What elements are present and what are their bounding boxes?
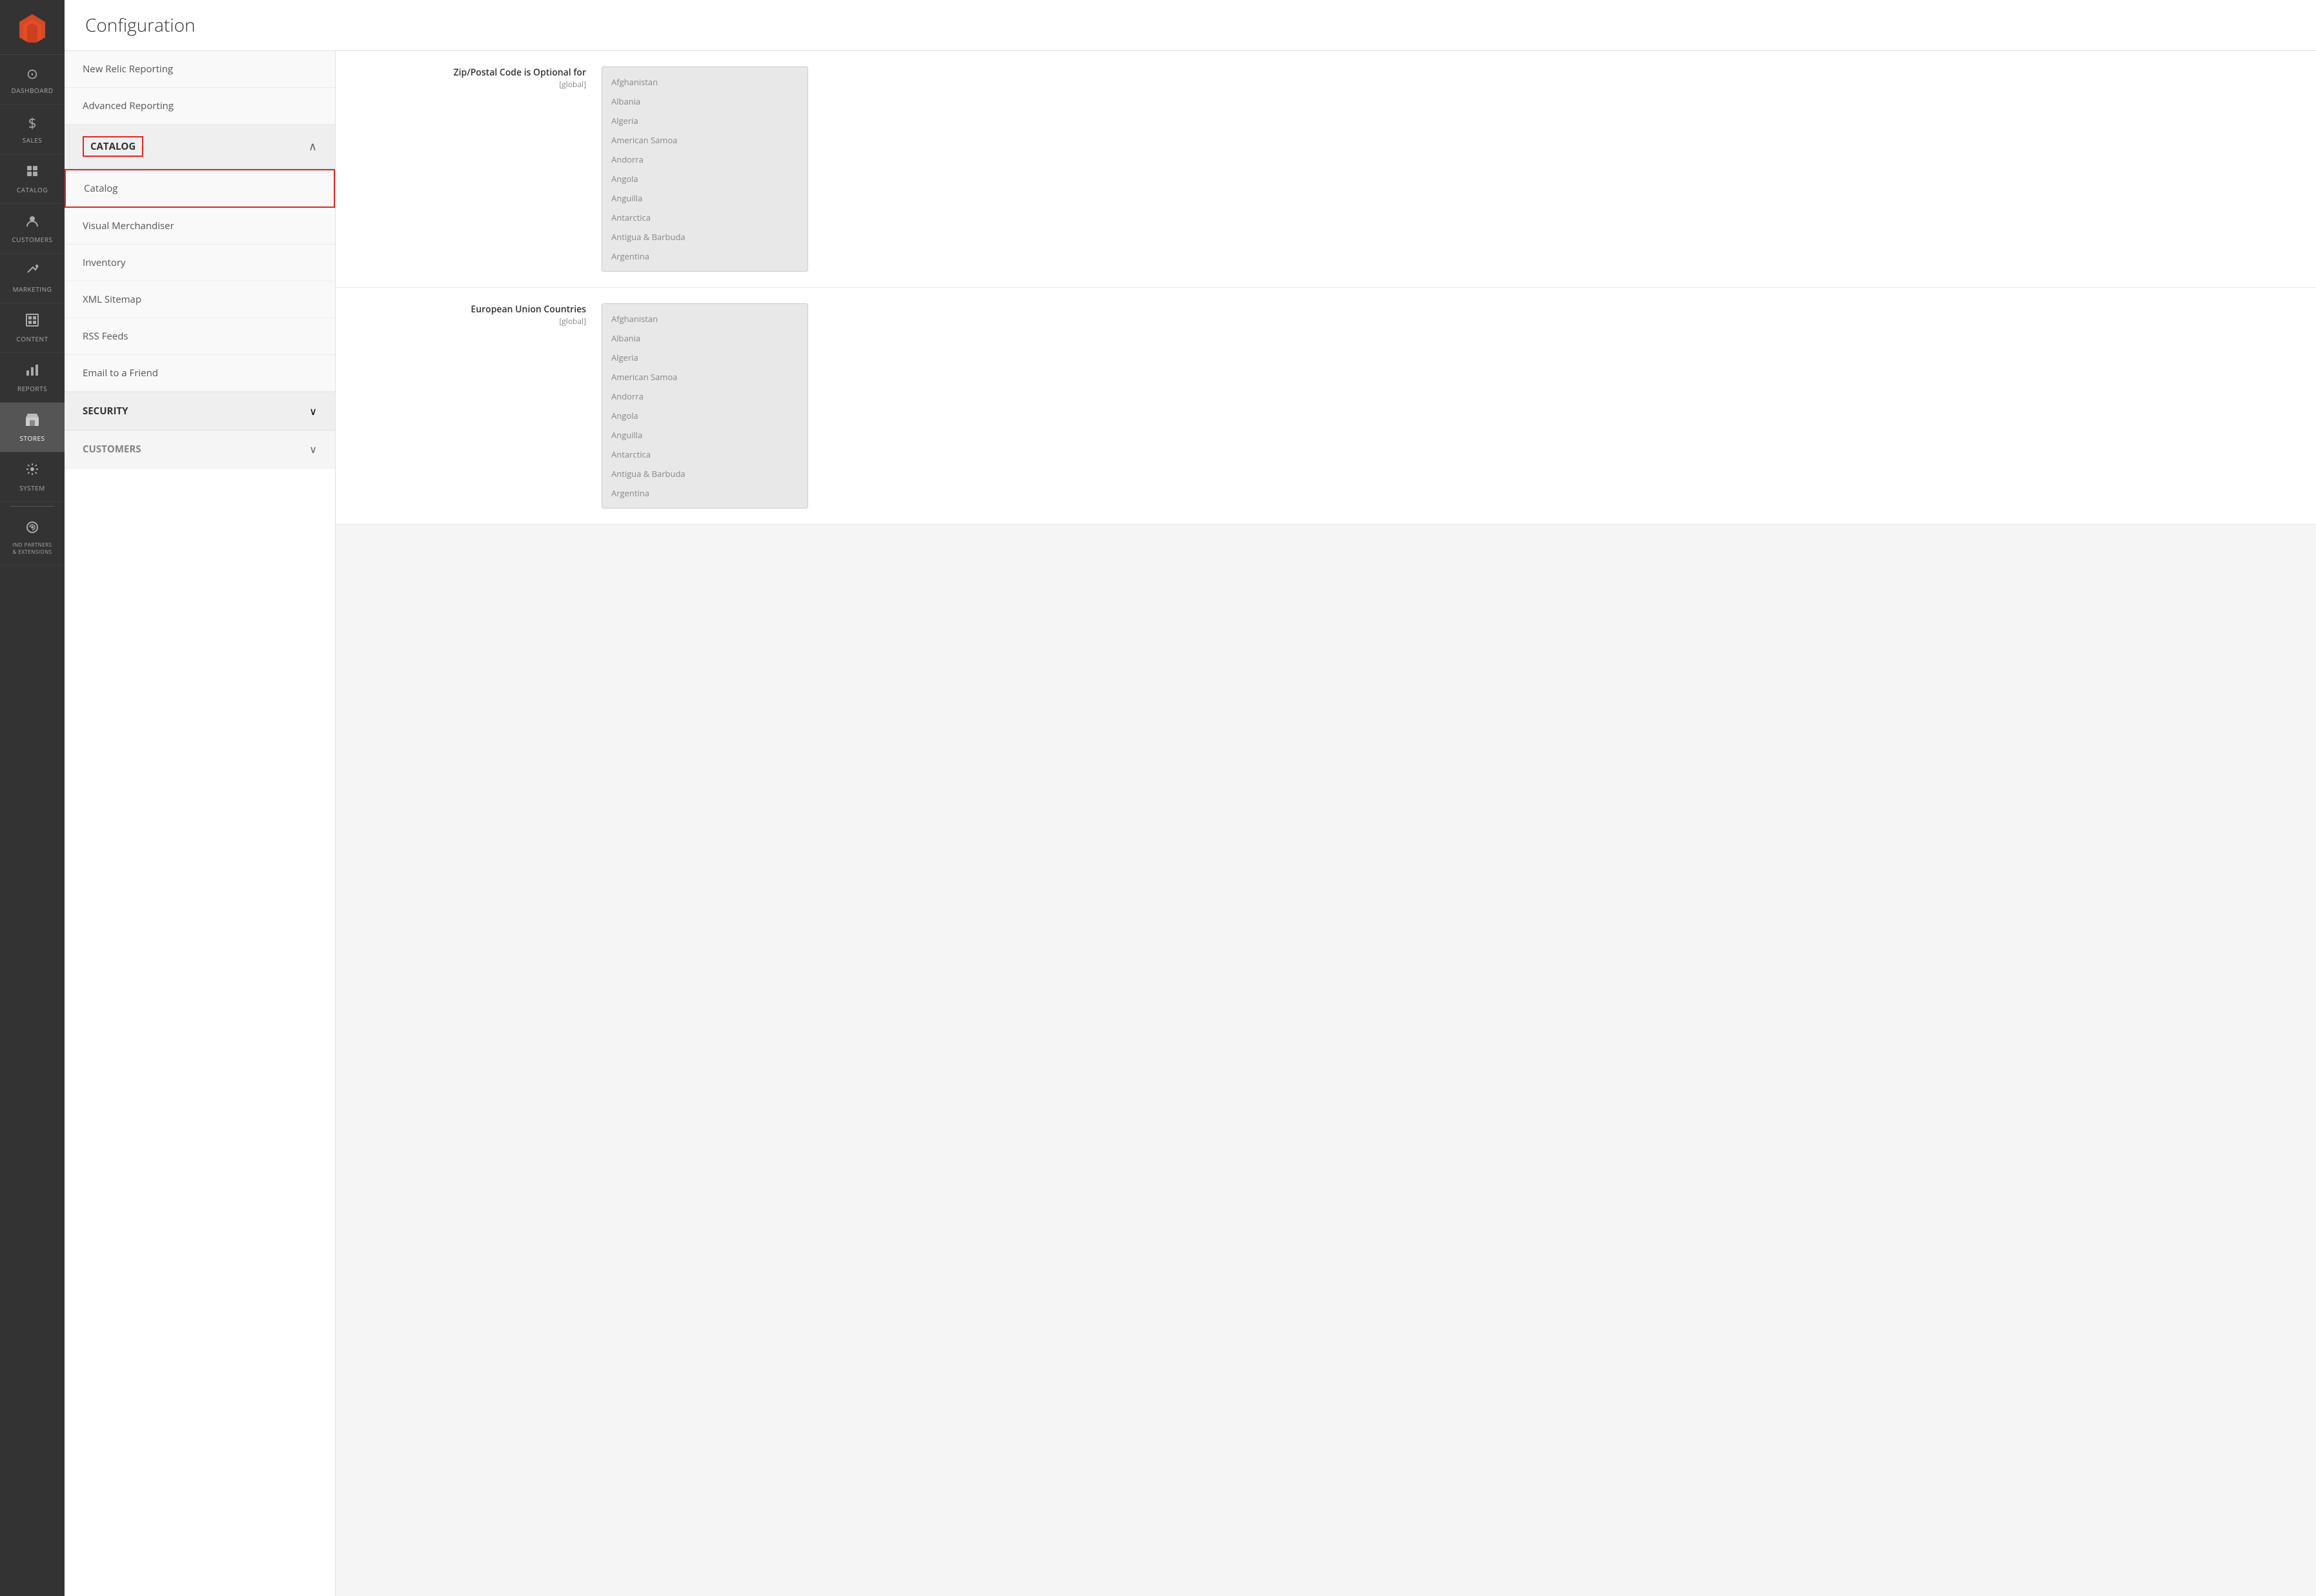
eu-value: Afghanistan Albania Algeria American Sam… [602,303,2295,509]
system-icon [25,461,39,481]
left-nav: New Relic Reporting Advanced Reporting C… [65,51,336,1596]
country-item[interactable]: Albania [602,92,808,111]
config-row-eu: European Union Countries [global] Afghan… [336,288,2316,525]
nav-item-advanced-reporting[interactable]: Advanced Reporting [65,88,335,125]
country-item[interactable]: Algeria [602,348,808,367]
zip-label-sub: [global] [356,79,586,90]
sidebar-item-sales[interactable]: $ SALES [0,105,65,154]
sidebar-item-label: SYSTEM [19,483,45,492]
right-panel: Zip/Postal Code is Optional for [global]… [336,51,2316,1596]
eu-country-list[interactable]: Afghanistan Albania Algeria American Sam… [602,303,808,509]
customers-section-title: CUSTOMERS [83,443,141,456]
sidebar-item-stores[interactable]: STORES [0,403,65,452]
nav-section-catalog: CATALOG ∧ Catalog Visual Merchandiser In… [65,125,335,392]
sidebar-item-label: DASHBOARD [12,86,54,95]
nav-sub-item-xml-sitemap[interactable]: XML Sitemap [65,281,335,318]
country-item[interactable]: Afghanistan [602,72,808,92]
country-item[interactable]: Angola [602,169,808,188]
catalog-section-title: CATALOG [83,136,143,157]
sidebar-item-label: STORES [20,434,45,443]
zip-country-list[interactable]: Afghanistan Albania Algeria American Sam… [602,66,808,272]
country-item[interactable]: Andorra [602,150,808,169]
zip-label-main: Zip/Postal Code is Optional for [356,66,586,79]
sidebar-item-label: CUSTOMERS [12,235,52,244]
country-item[interactable]: Argentina [602,483,808,503]
nav-item-new-relic[interactable]: New Relic Reporting [65,51,335,88]
catalog-icon [25,163,39,183]
eu-label-sub: [global] [356,316,586,327]
country-item[interactable]: Anguilla [602,188,808,208]
country-item[interactable]: Argentina [602,247,808,266]
sales-icon: $ [28,114,37,133]
zip-label: Zip/Postal Code is Optional for [global] [356,66,602,90]
zip-value: Afghanistan Albania Algeria American Sam… [602,66,2295,272]
config-row-zip: Zip/Postal Code is Optional for [global]… [336,51,2316,288]
security-section-title: SECURITY [83,405,128,418]
nav-sub-item-rss-feeds[interactable]: RSS Feeds [65,318,335,355]
country-item[interactable]: Anguilla [602,425,808,445]
country-item[interactable]: American Samoa [602,367,808,387]
nav-sub-item-inventory[interactable]: Inventory [65,245,335,281]
country-item[interactable]: Algeria [602,111,808,130]
country-item[interactable]: Albania [602,328,808,348]
sidebar-item-content[interactable]: CONTENT [0,303,65,353]
sidebar-item-catalog[interactable]: CATALOG [0,154,65,204]
country-item[interactable]: Andorra [602,387,808,406]
sidebar-item-label: CATALOG [17,185,48,194]
sidebar-item-label: IND PARTNERS& EXTENSIONS [12,541,52,556]
content-icon [25,312,39,332]
eu-label-main: European Union Countries [356,303,586,316]
sidebar-item-customers[interactable]: CUSTOMERS [0,204,65,254]
eu-label: European Union Countries [global] [356,303,602,327]
page-title: Configuration [85,13,2295,37]
country-item[interactable]: Afghanistan [602,309,808,328]
country-item[interactable]: Antigua & Barbuda [602,464,808,483]
stores-icon [25,412,40,431]
logo [0,0,65,55]
sidebar-divider [10,506,55,507]
marketing-icon [25,263,39,282]
chevron-down-icon-customers: ∨ [309,442,317,456]
sidebar-item-label: CONTENT [16,334,48,343]
nav-section-header-customers[interactable]: CUSTOMERS ∨ [65,430,335,469]
country-item[interactable]: Angola [602,406,808,425]
dashboard-icon: ⊙ [26,64,38,83]
sidebar-item-label: SALES [23,136,43,145]
sidebar-item-label: MARKETING [13,285,52,294]
sidebar-item-reports[interactable]: REPORTS [0,353,65,403]
sidebar-item-marketing[interactable]: MARKETING [0,254,65,303]
country-item[interactable]: Antigua & Barbuda [602,227,808,247]
country-item[interactable]: American Samoa [602,130,808,150]
country-item[interactable]: Antarctica [602,445,808,464]
country-item[interactable]: Antarctica [602,208,808,227]
sidebar: ⊙ DASHBOARD $ SALES CATALOG CUSTOMERS [0,0,65,1596]
nav-section-header-catalog[interactable]: CATALOG ∧ [65,125,335,169]
customers-icon [25,213,39,232]
nav-section-header-security[interactable]: SECURITY ∨ [65,392,335,430]
chevron-down-icon: ∨ [309,404,317,418]
nav-sub-item-email-to-friend[interactable]: Email to a Friend [65,355,335,392]
nav-sub-item-visual-merchandiser[interactable]: Visual Merchandiser [65,208,335,245]
nav-sub-item-catalog[interactable]: Catalog [65,169,335,208]
sidebar-item-partners[interactable]: IND PARTNERS& EXTENSIONS [0,510,65,565]
sidebar-item-dashboard[interactable]: ⊙ DASHBOARD [0,55,65,105]
sidebar-item-label: REPORTS [17,384,47,393]
partners-icon [25,520,39,539]
config-section: Zip/Postal Code is Optional for [global]… [336,51,2316,525]
chevron-up-icon: ∧ [309,139,317,154]
content-area: New Relic Reporting Advanced Reporting C… [65,51,2316,1596]
page-header: Configuration [65,0,2316,51]
reports-icon [25,362,39,381]
sidebar-item-system[interactable]: SYSTEM [0,452,65,502]
main-content: Configuration New Relic Reporting Advanc… [65,0,2316,1596]
